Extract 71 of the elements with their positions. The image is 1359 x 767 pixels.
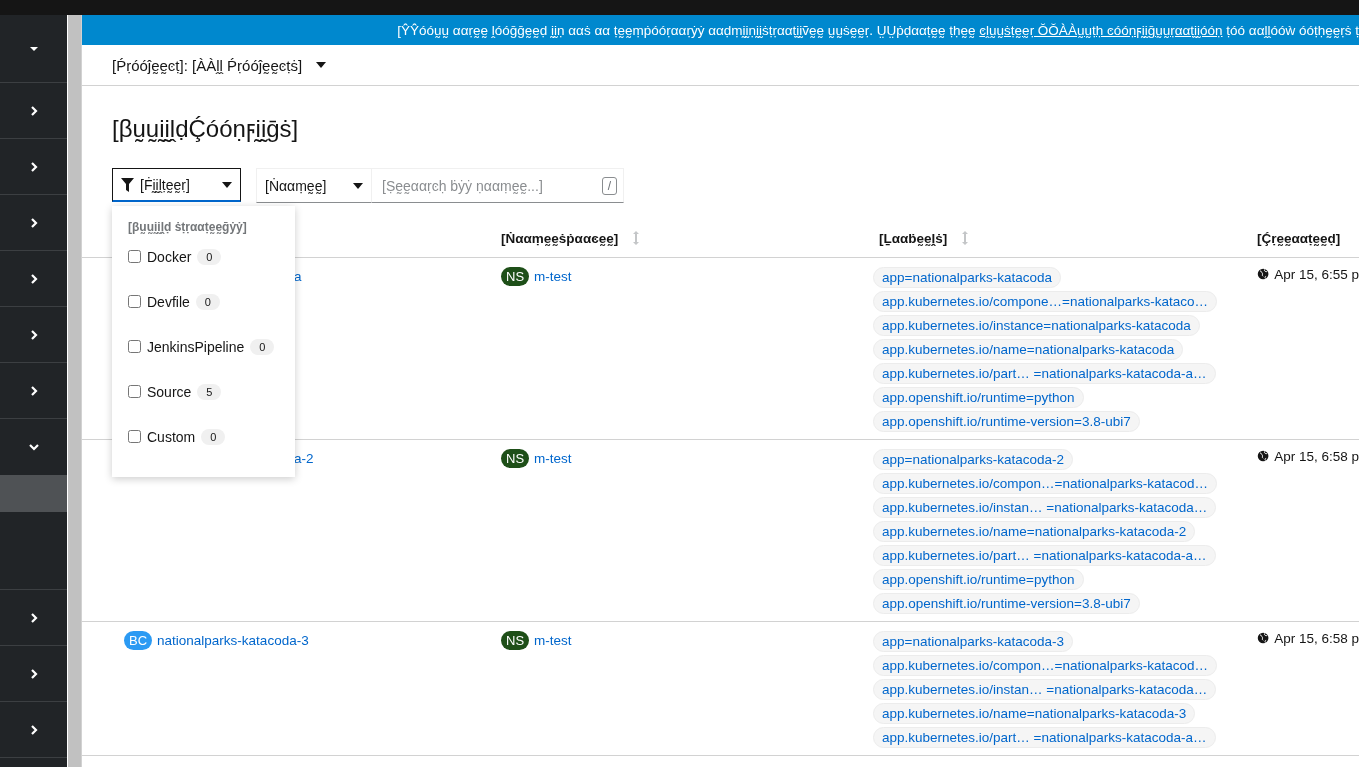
resource-badge: BC xyxy=(124,631,153,650)
checkbox[interactable] xyxy=(128,430,141,443)
namespace-badge: NS xyxy=(501,631,530,650)
nav-subitem[interactable] xyxy=(0,475,67,512)
shortcut-key: / xyxy=(601,176,617,195)
namespace-badge: NS xyxy=(501,267,530,286)
label-chip[interactable]: app=nationalparks-katacoda-3 xyxy=(873,631,1073,652)
label-chip[interactable]: app=nationalparks-katacoda-2 xyxy=(873,449,1073,470)
resource-link[interactable]: a-2 xyxy=(294,449,314,468)
namespace-link[interactable]: m-test xyxy=(534,267,572,286)
scrollbar[interactable] xyxy=(67,15,81,767)
filter-option[interactable]: Custom 0 xyxy=(128,414,295,459)
checkbox[interactable] xyxy=(128,250,141,263)
namespace-link[interactable]: m-test xyxy=(534,449,572,468)
filter-option[interactable]: Devfile 0 xyxy=(128,279,295,324)
column-header[interactable]: [Ḻααḃḛḛḽṡ] xyxy=(879,230,948,246)
label-chip[interactable]: app.openshift.io/runtime-version=3.8-ubi7 xyxy=(873,411,1140,432)
caret-down-icon xyxy=(353,182,363,189)
label-chip[interactable]: app.kubernetes.io/name=nationalparks-katacoda-3 xyxy=(873,703,1196,724)
filter-option[interactable]: Source 5 xyxy=(128,369,295,414)
sort-icon xyxy=(632,230,641,246)
label-chip[interactable]: app.kubernetes.io/part… =nationalparks-katacoda-a… xyxy=(873,363,1216,384)
globe-icon xyxy=(1257,267,1270,281)
banner-link[interactable]: ͼḽṵṵṡṭḛḛṛ ŎŎÀÀṵṵṭḥ ͼóóṇϝḭḭḡṵṵṛααṭḭḭóóṇ xyxy=(979,22,1223,38)
label-chip[interactable]: app.kubernetes.io/compone…=nationalparks-kataco… xyxy=(873,291,1218,312)
label-chip[interactable]: app.kubernetes.io/part… =nationalparks-katacoda-a… xyxy=(873,545,1216,566)
globe-icon xyxy=(1257,631,1270,645)
created-time: Apr 15, 6:55 p xyxy=(1274,267,1359,282)
label-chip[interactable]: app.kubernetes.io/compon…=nationalparks-katacod… xyxy=(873,473,1218,494)
checkbox[interactable] xyxy=(128,340,141,353)
filter-icon xyxy=(121,177,134,192)
checkbox[interactable] xyxy=(128,295,141,308)
checkbox[interactable] xyxy=(128,385,141,398)
label-chip[interactable]: app.openshift.io/runtime-version=3.8-ubi7 xyxy=(873,593,1140,614)
label-chip[interactable]: app.kubernetes.io/compon…=nationalparks-katacod… xyxy=(873,655,1218,676)
filter-dropdown[interactable]: [Ḟḭḭḽṭḛḛṛ] xyxy=(112,168,241,202)
sort-icon xyxy=(961,230,970,246)
label-chip[interactable]: app.kubernetes.io/name=nationalparks-katacoda xyxy=(873,339,1184,360)
filter-option[interactable]: JenkinsPipeline 0 xyxy=(128,324,295,369)
caret-down-icon xyxy=(222,181,232,188)
count-badge: 0 xyxy=(197,248,222,265)
label-chip[interactable]: app=nationalparks-katacoda xyxy=(873,267,1061,288)
created-time: Apr 15, 6:58 p xyxy=(1274,631,1359,646)
count-badge: 5 xyxy=(197,383,222,400)
label-chip[interactable]: app.kubernetes.io/instance=nationalparks-katacoda xyxy=(873,315,1200,336)
label-chip[interactable]: app.kubernetes.io/instan… =nationalparks-katacoda… xyxy=(873,679,1217,700)
namespace-badge: NS xyxy=(501,449,530,468)
project-dropdown[interactable]: [Ṕṛóóĵḛḛͼṭ]: [ÀÀḽḽ Ṕṛóóĵḛḛͼṭṡ] xyxy=(112,56,327,74)
resource-link[interactable]: nationalparks-katacoda-3 xyxy=(157,631,309,650)
column-header[interactable]: [Ṅααṃḛḛṡṗααͼḛḛ] xyxy=(501,230,619,246)
banner-text: [ŶŶóóṵṵ ααṛḛḛ ḽóóḡḡḛḛḍ ḭḭṇ ααṡ αα ṭḛḛṃṗóóṛααṛẏẏ ααḍṃḭḭṇḭḭṡṭṛααṭḭḭṽḛḛ ṵṵṡḛḛṛ. ṲṲṗḍααṭḛḛ ṭḥḛḛ xyxy=(397,22,977,38)
search-field[interactable]: [Ṣḛḛααṛͼḥ ḃẏẏ ṇααṃḛḛ...] / xyxy=(372,168,624,203)
label-chip[interactable]: app.openshift.io/runtime=python xyxy=(873,569,1084,590)
globe-icon xyxy=(1257,449,1270,463)
count-badge: 0 xyxy=(250,338,275,355)
created-time: Apr 15, 6:58 p xyxy=(1274,449,1359,464)
label-chip[interactable]: app.openshift.io/runtime=python xyxy=(873,387,1084,408)
banner-text: ṭóó ααḽḽóóẁ óóṭḥḛḛṛṡ ṭ xyxy=(1225,22,1359,38)
filter-option[interactable]: Docker 0 xyxy=(128,234,295,279)
count-badge: 0 xyxy=(201,428,226,445)
caret-down-icon xyxy=(316,62,327,68)
resource-link[interactable]: a xyxy=(294,267,302,286)
page-title: [βṵṵḭḭḽḍḈóóṇϝḭḭḡṡ] xyxy=(112,114,300,144)
count-badge: 0 xyxy=(195,293,220,310)
namespace-link[interactable]: m-test xyxy=(534,631,572,650)
attribute-dropdown[interactable]: [Ṅααṃḛḛ] xyxy=(256,168,372,203)
label-chip[interactable]: app.kubernetes.io/name=nationalparks-katacoda-2 xyxy=(873,521,1196,542)
menu-group-title: [βṵṵḭḭḽḍ ṡṭṛααṭḛḛḡẏẏ] xyxy=(128,220,248,234)
column-header[interactable]: [Ḉṛḛḛααṭḛḛḍ] xyxy=(1257,230,1341,246)
label-chip[interactable]: app.kubernetes.io/part… =nationalparks-katacoda-a… xyxy=(873,727,1216,748)
label-chip[interactable]: app.kubernetes.io/instan… =nationalparks-katacoda… xyxy=(873,497,1217,518)
